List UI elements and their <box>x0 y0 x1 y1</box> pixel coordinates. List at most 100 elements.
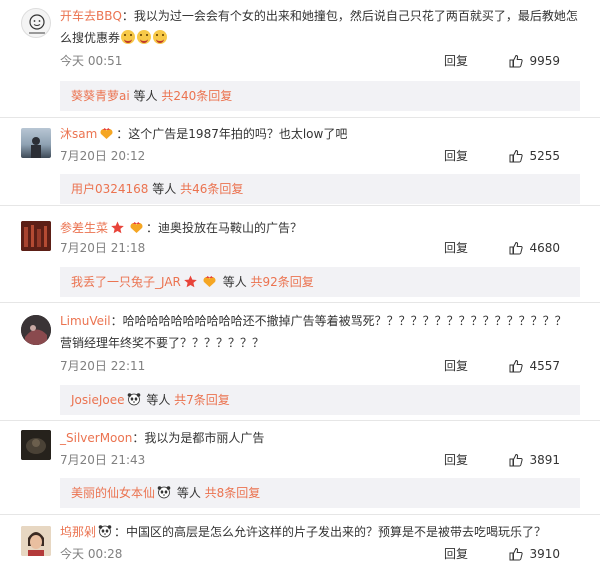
like-button[interactable]: 3910 <box>509 544 560 564</box>
photo-avatar-icon <box>21 315 51 345</box>
reply-button[interactable]: 回复 <box>444 146 468 166</box>
comment-username[interactable]: 开车去BBQ <box>60 9 122 23</box>
comment-username[interactable]: _SilverMoon <box>60 431 132 445</box>
comment-meta: 7月20日 21:43 回复 3891 <box>60 450 580 470</box>
like-button[interactable]: 4557 <box>509 356 560 376</box>
comment-item: 参差生菜 ：迪奥投放在马鞍山的广告？ 7月20日 21:18 回复 4680 我丢… <box>0 206 600 299</box>
like-count: 4557 <box>529 359 560 373</box>
comment-text: 沐sam ：这个广告是1987年拍的吗？也太low了吧 <box>60 123 586 145</box>
comment-text: _SilverMoon：我以为是都市丽人广告 <box>60 427 586 449</box>
comment-text-continued: 么搜优惠券 <box>60 27 586 49</box>
reply-button[interactable]: 回复 <box>444 51 468 71</box>
comment-body: ：我以为过一会会有个女的出来和她撞包，然后说自己只花了两百就买了，最后教她怎 <box>121 9 578 23</box>
sub-reply-text: 等人 <box>173 486 205 500</box>
avatar[interactable] <box>21 128 51 158</box>
like-button[interactable]: 4680 <box>509 238 560 258</box>
like-count: 3891 <box>529 453 560 467</box>
sub-reply-summary[interactable]: JosieJoee 等人 共7条回复 <box>60 385 580 415</box>
comment-username[interactable]: LimuVeil <box>60 314 111 328</box>
reply-button[interactable]: 回复 <box>444 450 468 470</box>
comment-time: 7月20日 21:43 <box>60 453 146 467</box>
photo-avatar-icon <box>21 221 51 251</box>
reply-button[interactable]: 回复 <box>444 544 468 564</box>
thumbs-up-icon <box>509 547 524 561</box>
comment-item: _SilverMoon：我以为是都市丽人广告 7月20日 21:43 回复 38… <box>0 421 600 514</box>
reply-button[interactable]: 回复 <box>444 356 468 376</box>
avatar[interactable] <box>21 8 51 38</box>
sub-reply-summary[interactable]: 我丢了一只兔子_JAR 等人 共92条回复 <box>60 267 580 297</box>
avatar[interactable] <box>21 315 51 345</box>
laughing-emoji-icon <box>137 30 152 44</box>
sub-reply-text: 等人 <box>142 393 175 407</box>
sub-reply-count[interactable]: 共7条回复 <box>174 393 230 407</box>
comment-item: LimuVeil：哈哈哈哈哈哈哈哈哈哈还不撤掉广告等着被骂死？？？？？？？？？？… <box>0 303 600 420</box>
comment-text: 坞那剁 ：中国区的高层是怎么允许这样的片子发出来的？预算是不是被带去吃喝玩乐了？ <box>60 521 586 543</box>
comment-item: 坞那剁 ：中国区的高层是怎么允许这样的片子发出来的？预算是不是被带去吃喝玩乐了？ … <box>0 515 600 573</box>
comment-time: 今天 00:28 <box>60 547 123 561</box>
sub-reply-user[interactable]: 我丢了一只兔子_JAR <box>71 275 181 289</box>
like-count: 5255 <box>529 149 560 163</box>
comment-body: ：哈哈哈哈哈哈哈哈哈哈还不撤掉广告等着被骂死？？？？？？？？？？？？？？？？ <box>110 314 567 328</box>
comment-body: ：我以为是都市丽人广告 <box>132 431 265 445</box>
comment-username[interactable]: 沐sam <box>60 127 97 141</box>
sub-reply-count[interactable]: 共92条回复 <box>251 275 314 289</box>
reply-button[interactable]: 回复 <box>444 238 468 258</box>
comment-text: LimuVeil：哈哈哈哈哈哈哈哈哈哈还不撤掉广告等着被骂死？？？？？？？？？？… <box>60 310 586 332</box>
avatar[interactable] <box>21 430 51 460</box>
comment-body-continued: 么搜优惠券 <box>60 31 121 45</box>
sub-reply-text: 等人 <box>218 275 251 289</box>
heart-crown-vip-icon <box>203 276 216 287</box>
sub-reply-count[interactable]: 共240条回复 <box>161 89 232 103</box>
red-star-icon <box>111 221 124 234</box>
thumbs-up-icon <box>509 241 524 255</box>
comment-time: 7月20日 21:18 <box>60 241 146 255</box>
comment-meta: 7月20日 20:12 回复 5255 <box>60 146 580 166</box>
comment-meta: 今天 00:51 回复 9959 <box>60 51 580 71</box>
thumbs-up-icon <box>509 54 524 68</box>
cartoon-avatar-icon <box>29 14 45 34</box>
comment-username[interactable]: 参差生菜 <box>60 221 108 235</box>
sub-reply-summary[interactable]: 美丽的仙女本仙 等人 共8条回复 <box>60 478 580 508</box>
like-button[interactable]: 3891 <box>509 450 560 470</box>
comment-text: 参差生菜 ：迪奥投放在马鞍山的广告？ <box>60 217 586 239</box>
comment-body: ：中国区的高层是怎么允许这样的片子发出来的？预算是不是被带去吃喝玩乐了？ <box>114 525 547 539</box>
comment-meta: 7月20日 21:18 回复 4680 <box>60 238 580 258</box>
laughing-emoji-icon <box>153 30 168 44</box>
like-count: 4680 <box>529 241 560 255</box>
sub-reply-user[interactable]: 用户0324168 <box>71 182 148 196</box>
thumbs-up-icon <box>509 149 524 163</box>
photo-avatar-icon <box>21 526 51 556</box>
sub-reply-user[interactable]: 葵葵青萝ai <box>71 89 130 103</box>
comment-meta: 今天 00:28 回复 3910 <box>60 544 580 564</box>
comment-time: 7月20日 22:11 <box>60 359 146 373</box>
comment-username[interactable]: 坞那剁 <box>60 525 96 539</box>
comment-meta: 7月20日 22:11 回复 4557 <box>60 356 580 376</box>
sub-reply-text: 等人 <box>129 89 162 103</box>
sub-reply-summary[interactable]: 葵葵青萝ai 等人 共240条回复 <box>60 81 580 111</box>
avatar[interactable] <box>21 221 51 251</box>
thumbs-up-icon <box>509 453 524 467</box>
heart-crown-vip-icon <box>100 128 113 139</box>
photo-avatar-icon <box>21 430 51 460</box>
sub-reply-count[interactable]: 共46条回复 <box>180 182 243 196</box>
like-button[interactable]: 9959 <box>509 51 560 71</box>
sub-reply-summary[interactable]: 用户0324168 等人 共46条回复 <box>60 174 580 204</box>
sub-reply-count[interactable]: 共8条回复 <box>205 486 261 500</box>
heart-crown-vip-icon <box>130 222 143 233</box>
like-button[interactable]: 5255 <box>509 146 560 166</box>
comment-body: ：迪奥投放在马鞍山的广告？ <box>146 221 303 235</box>
avatar[interactable] <box>21 526 51 556</box>
comment-body-continued: 营销经理年终奖不要了？？？？？？？ <box>60 336 265 350</box>
sub-reply-user[interactable]: 美丽的仙女本仙 <box>71 486 155 500</box>
like-count: 3910 <box>529 547 560 561</box>
red-star-icon <box>184 275 197 288</box>
panda-icon <box>98 525 112 538</box>
sub-reply-text: 等人 <box>148 182 181 196</box>
panda-icon <box>127 393 140 406</box>
comment-time: 今天 00:51 <box>60 54 123 68</box>
sub-reply-user[interactable]: JosieJoee <box>71 393 125 407</box>
like-count: 9959 <box>529 54 560 68</box>
comment-item: 开车去BBQ：我以为过一会会有个女的出来和她撞包，然后说自己只花了两百就买了，最… <box>0 0 600 117</box>
comment-item: 沐sam ：这个广告是1987年拍的吗？也太low了吧 7月20日 20:12 回… <box>0 118 600 211</box>
comment-text-continued: 营销经理年终奖不要了？？？？？？？ <box>60 332 586 354</box>
